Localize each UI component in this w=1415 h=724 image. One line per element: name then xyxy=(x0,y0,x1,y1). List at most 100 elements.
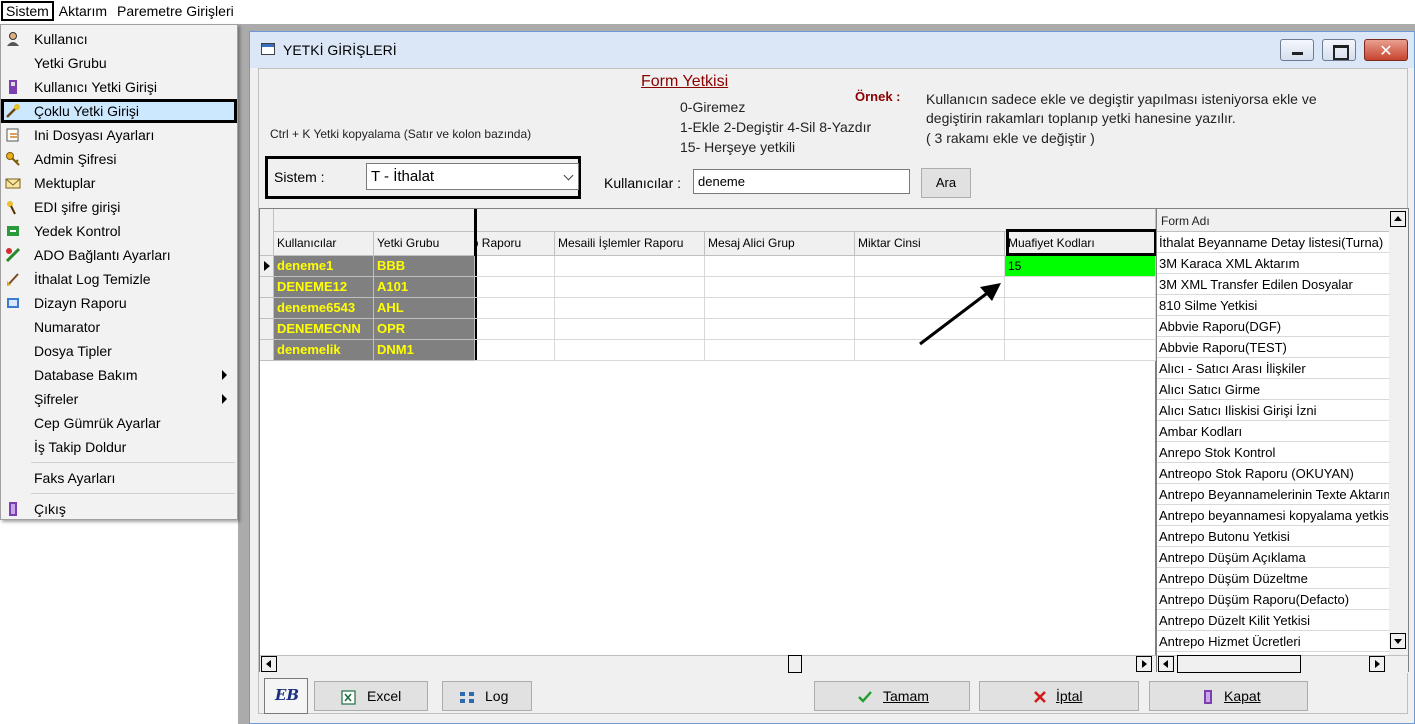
form-list-item[interactable]: Antrepo Düzelt Kilit Yetkisi xyxy=(1157,610,1389,631)
menu-item-dosya-tipler[interactable]: Dosya Tipler xyxy=(1,339,237,363)
grid-cell[interactable] xyxy=(555,256,705,277)
menu-item-i-ş-takip-doldur[interactable]: İş Takip Doldur xyxy=(1,435,237,459)
menu-aktarim[interactable]: Aktarım xyxy=(54,1,112,21)
menu-item-kullanıcı-yetki-girişi[interactable]: Kullanıcı Yetki Girişi xyxy=(1,75,237,99)
form-list-header[interactable]: Form Adı xyxy=(1157,209,1389,232)
form-list-item[interactable]: Ambar Kodları xyxy=(1157,421,1389,442)
eb-logo-button[interactable]: EB xyxy=(264,678,308,714)
minimize-button[interactable] xyxy=(1280,39,1314,61)
menu-item-şifreler[interactable]: Şifreler xyxy=(1,387,237,411)
form-list-item[interactable]: Antrepo Butonu Yetkisi xyxy=(1157,526,1389,547)
form-list-item[interactable]: Antrepo Hizmet Ücretleri xyxy=(1157,631,1389,652)
menu-sistem[interactable]: Sistem xyxy=(1,1,54,21)
grid-cell-user[interactable]: denemelik xyxy=(274,340,374,361)
form-list-scroll-thumb[interactable] xyxy=(1177,655,1301,673)
grid-cell-muaf[interactable] xyxy=(1005,298,1156,319)
grid-cell[interactable] xyxy=(705,277,855,298)
tamam-button[interactable]: Tamam xyxy=(814,681,970,711)
row-indicator[interactable] xyxy=(260,298,274,319)
row-indicator[interactable] xyxy=(260,277,274,298)
menu-item-edi-şifre-girişi[interactable]: EDI şifre girişi xyxy=(1,195,237,219)
menu-item-ado-bağlantı-ayarları[interactable]: ADO Bağlantı Ayarları xyxy=(1,243,237,267)
row-indicator[interactable] xyxy=(260,319,274,340)
grid-cell[interactable] xyxy=(555,319,705,340)
scroll-down-icon[interactable] xyxy=(1390,633,1406,649)
sistem-select[interactable]: T - İthalat xyxy=(366,163,579,190)
column-header-yetki-grubu[interactable]: Yetki Grubu xyxy=(374,232,475,256)
grid-cell-group[interactable]: OPR xyxy=(374,319,475,340)
iptal-button[interactable]: İptal xyxy=(979,681,1139,711)
excel-button[interactable]: Excel xyxy=(314,681,428,711)
menu-item-faks-ayarları[interactable]: Faks Ayarları xyxy=(1,466,237,490)
grid-cell[interactable] xyxy=(705,256,855,277)
permissions-grid[interactable]: Kullanıcılar Yetki Grubu İş Takip Raporu… xyxy=(259,208,1157,673)
maximize-button[interactable] xyxy=(1322,39,1356,61)
grid-horizontal-scrollbar[interactable] xyxy=(260,655,1156,673)
window-titlebar[interactable]: YETKİ GİRİŞLERİ ✕ xyxy=(250,32,1414,68)
grid-cell-muaf[interactable] xyxy=(1005,319,1156,340)
kullanicilar-input[interactable]: deneme xyxy=(693,169,910,194)
menu-item-ini-dosyası-ayarları[interactable]: Ini Dosyası Ayarları xyxy=(1,123,237,147)
menu-item-çıkış[interactable]: Çıkış xyxy=(1,497,237,521)
grid-cell-group[interactable]: AHL xyxy=(374,298,475,319)
column-header-miktar-cinsi[interactable]: Miktar Cinsi xyxy=(855,232,1005,256)
row-indicator[interactable] xyxy=(260,340,274,361)
menu-item-numarator[interactable]: Numarator xyxy=(1,315,237,339)
grid-cell[interactable] xyxy=(555,340,705,361)
grid-cell[interactable] xyxy=(705,340,855,361)
menu-parametre-girisleri[interactable]: Paremetre Girişleri xyxy=(112,1,239,21)
grid-cell[interactable] xyxy=(705,319,855,340)
menu-item-yetki-grubu[interactable]: Yetki Grubu xyxy=(1,51,237,75)
column-header-mesaj-alici-grup[interactable]: Mesaj Alici Grup xyxy=(705,232,855,256)
grid-cell-user[interactable]: deneme1 xyxy=(274,256,374,277)
kapat-button[interactable]: Kapat xyxy=(1149,681,1308,711)
grid-cell-group[interactable]: A101 xyxy=(374,277,475,298)
form-list-item[interactable]: Alıcı Satıcı Iliskisi Girişi İzni xyxy=(1157,400,1389,421)
ara-button[interactable]: Ara xyxy=(921,168,971,198)
form-list-vertical-scrollbar[interactable] xyxy=(1389,209,1408,655)
form-list-item[interactable]: Antrepo Düşüm Açıklama xyxy=(1157,547,1389,568)
grid-cell-user[interactable]: deneme6543 xyxy=(274,298,374,319)
form-list-item[interactable]: Anrepo Stok Kontrol xyxy=(1157,442,1389,463)
menu-item-mektuplar[interactable]: Mektuplar xyxy=(1,171,237,195)
scroll-left-icon[interactable] xyxy=(1158,656,1174,672)
grid-cell[interactable] xyxy=(705,298,855,319)
form-list-item[interactable]: Antrepo Düşüm Düzeltme xyxy=(1157,568,1389,589)
grid-cell-muaf[interactable] xyxy=(1005,340,1156,361)
grid-cell[interactable] xyxy=(555,277,705,298)
menu-item-database-bakım[interactable]: Database Bakım xyxy=(1,363,237,387)
grid-cell-group[interactable]: BBB xyxy=(374,256,475,277)
log-button[interactable]: Log xyxy=(442,681,532,711)
column-header-kullanicilar[interactable]: Kullanıcılar xyxy=(274,232,374,256)
column-header-is-takip-raporu[interactable]: İş Takip Raporu xyxy=(475,232,555,256)
grid-cell-user[interactable]: DENEMECNN xyxy=(274,319,374,340)
menu-item-cep-gümrük-ayarlar[interactable]: Cep Gümrük Ayarlar xyxy=(1,411,237,435)
form-list-item[interactable]: 3M XML Transfer Edilen Dosyalar xyxy=(1157,274,1389,295)
menu-item-çoklu-yetki-girişi[interactable]: Çoklu Yetki Girişi xyxy=(1,99,237,123)
menu-item-dizayn-raporu[interactable]: Dizayn Raporu xyxy=(1,291,237,315)
grid-cell-group[interactable]: DNM1 xyxy=(374,340,475,361)
form-list-item[interactable]: 3M Karaca XML Aktarım xyxy=(1157,253,1389,274)
menu-item-admin-şifresi[interactable]: Admin Şifresi xyxy=(1,147,237,171)
form-list-item[interactable]: Alıcı - Satıcı Arası İlişkiler xyxy=(1157,358,1389,379)
grid-cell[interactable] xyxy=(475,256,555,277)
grid-scroll-thumb[interactable] xyxy=(788,655,802,673)
scroll-right-icon[interactable] xyxy=(1136,656,1152,672)
scroll-right-icon[interactable] xyxy=(1369,656,1385,672)
menu-item-i-thalat-log-temizle[interactable]: İthalat Log Temizle xyxy=(1,267,237,291)
column-header-mesaili-islemler[interactable]: Mesaili İşlemler Raporu xyxy=(555,232,705,256)
grid-cell[interactable] xyxy=(475,340,555,361)
grid-cell-user[interactable]: DENEME12 xyxy=(274,277,374,298)
form-list-item[interactable]: İthalat Beyanname Detay listesi(Turna) xyxy=(1157,232,1389,253)
form-list-item[interactable]: Abbvie Raporu(TEST) xyxy=(1157,337,1389,358)
menu-item-yedek-kontrol[interactable]: Yedek Kontrol xyxy=(1,219,237,243)
form-list-item[interactable]: Antrepo beyannamesi kopyalama yetkisi xyxy=(1157,505,1389,526)
close-button[interactable]: ✕ xyxy=(1364,39,1408,61)
form-list-item[interactable]: Antrepo Beyannamelerinin Texte Aktarımı xyxy=(1157,484,1389,505)
grid-cell-muaf[interactable] xyxy=(1005,277,1156,298)
menu-item-kullanıcı[interactable]: Kullanıcı xyxy=(1,27,237,51)
scroll-up-icon[interactable] xyxy=(1390,211,1406,227)
grid-cell[interactable] xyxy=(475,277,555,298)
form-list-item[interactable]: Abbvie Raporu(DGF) xyxy=(1157,316,1389,337)
form-list-horizontal-scrollbar[interactable] xyxy=(1157,655,1408,673)
